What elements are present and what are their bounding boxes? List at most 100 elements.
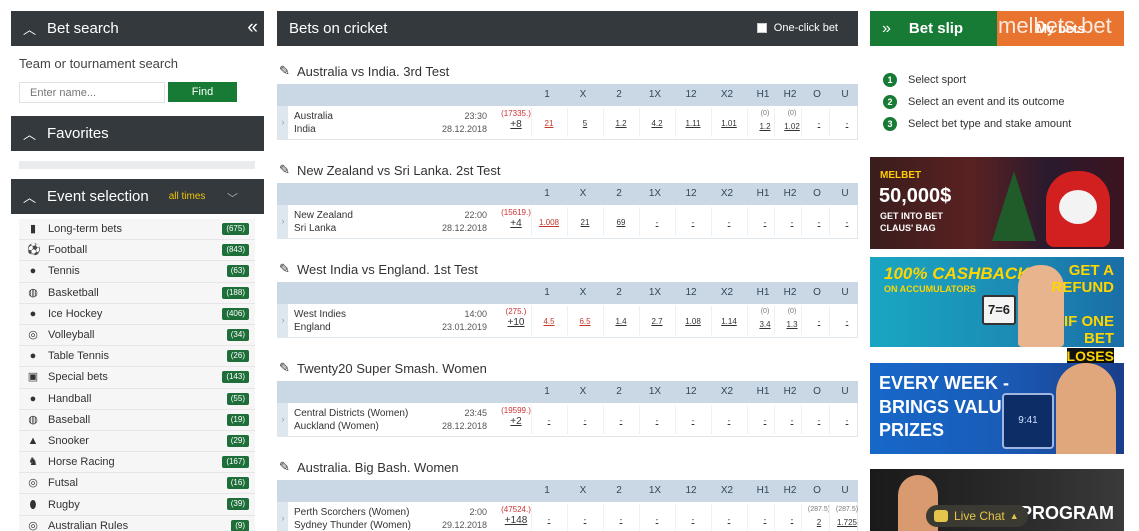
one-click-bet-toggle[interactable]: One-click bet xyxy=(756,22,838,34)
sport-item[interactable]: ◎ Volleyball (34) xyxy=(19,324,255,347)
odds-value[interactable]: - xyxy=(676,218,710,227)
odds-value[interactable]: - xyxy=(712,218,746,227)
odds-value[interactable]: - xyxy=(676,515,710,524)
event-title[interactable]: ✎ Australia. Big Bash. Women xyxy=(277,456,858,478)
live-chat-button[interactable]: Live Chat ▲ xyxy=(926,505,1028,527)
odds-value[interactable]: 1.01 xyxy=(712,119,746,128)
event-title[interactable]: ✎ Australia vs India. 3rd Test xyxy=(277,60,858,82)
odds-value[interactable]: - xyxy=(830,119,864,128)
event-selection-header[interactable]: ︿ Event selection all times ﹀ xyxy=(11,179,264,214)
odds-value[interactable]: 1.14 xyxy=(712,317,746,326)
odds-cell[interactable]: 1.11 xyxy=(675,108,709,137)
odds-value[interactable]: - xyxy=(640,515,674,524)
odds-cell[interactable]: - xyxy=(639,405,673,434)
odds-value[interactable]: - xyxy=(830,416,864,425)
chevron-right-icon[interactable]: › xyxy=(278,403,288,436)
odds-cell[interactable]: 4.2 xyxy=(639,108,673,137)
odds-value[interactable]: 6.5 xyxy=(568,317,602,326)
sport-item[interactable]: ◍ Baseball (19) xyxy=(19,409,255,431)
sport-item[interactable]: ◎ Futsal (16) xyxy=(19,473,255,495)
odds-cell[interactable]: 1.4 xyxy=(603,306,637,335)
sport-item[interactable]: ● Ice Hockey (406) xyxy=(19,303,255,325)
one-click-checkbox[interactable] xyxy=(756,23,767,33)
more-markets-link[interactable]: +4 xyxy=(500,218,532,229)
odds-value[interactable]: - xyxy=(712,515,746,524)
odds-cell[interactable]: 1.2 xyxy=(603,108,637,137)
odds-value[interactable]: 1.2 xyxy=(604,119,638,128)
favorites-header[interactable]: ︿ Favorites xyxy=(11,116,264,151)
odds-value[interactable]: - xyxy=(532,515,566,524)
odds-cell[interactable]: - xyxy=(675,405,709,434)
sport-item[interactable]: ♞ Horse Racing (167) xyxy=(19,452,255,474)
event-title[interactable]: ✎ Twenty20 Super Smash. Women xyxy=(277,357,858,379)
chevron-right-icon[interactable]: › xyxy=(278,106,288,139)
odds-cell[interactable]: - xyxy=(829,207,863,236)
odds-value[interactable]: - xyxy=(568,416,602,425)
chevron-right-icon[interactable]: › xyxy=(278,304,288,337)
odds-cell[interactable]: (287.5) 1.725 xyxy=(829,504,863,531)
odds-cell[interactable]: - xyxy=(567,405,601,434)
chevron-right-icon[interactable]: › xyxy=(278,205,288,238)
odds-cell[interactable]: - xyxy=(711,207,745,236)
more-markets-link[interactable]: +2 xyxy=(500,416,532,427)
odds-value[interactable]: 2.7 xyxy=(640,317,674,326)
find-button[interactable]: Find xyxy=(168,82,237,102)
odds-value[interactable]: - xyxy=(640,416,674,425)
odds-value[interactable]: - xyxy=(568,515,602,524)
odds-cell[interactable]: 6.5 xyxy=(567,306,601,335)
odds-cell[interactable]: 4.5 xyxy=(531,306,565,335)
odds-value[interactable]: 1.725 xyxy=(830,518,864,527)
odds-value[interactable]: - xyxy=(712,416,746,425)
odds-cell[interactable]: 1.14 xyxy=(711,306,745,335)
odds-cell[interactable]: 1.08 xyxy=(675,306,709,335)
odds-value[interactable]: 1.11 xyxy=(676,119,710,128)
promo-banner-cashback[interactable]: 100% CASHBACK ON ACCUMULATORS 7=6 GET A … xyxy=(870,257,1124,347)
odds-value[interactable]: - xyxy=(604,515,638,524)
collapse-sidebar-icon[interactable]: « xyxy=(247,17,257,39)
bet-search-header[interactable]: ︿ Bet search « xyxy=(11,11,264,46)
match-row[interactable]: › Central Districts (Women) Auckland (Wome… xyxy=(277,403,858,437)
odds-value[interactable]: - xyxy=(604,416,638,425)
odds-cell[interactable]: - xyxy=(603,405,637,434)
odds-value[interactable]: 4.5 xyxy=(532,317,566,326)
sport-item[interactable]: ◎ Australian Rules (9) xyxy=(19,515,255,531)
odds-value[interactable]: 1.08 xyxy=(676,317,710,326)
odds-cell[interactable]: - xyxy=(567,504,601,531)
tab-bet-slip[interactable]: » Bet slip xyxy=(870,11,997,46)
sport-item[interactable]: ● Tennis (63) xyxy=(19,261,255,283)
odds-cell[interactable]: - xyxy=(675,207,709,236)
match-row[interactable]: › New Zealand Sri Lanka 22:00 28.12.2018 (156… xyxy=(277,205,858,239)
sport-item[interactable]: ● Table Tennis (26) xyxy=(19,346,255,368)
odds-cell[interactable]: 2.7 xyxy=(639,306,673,335)
event-title[interactable]: ✎ New Zealand vs Sri Lanka. 2st Test xyxy=(277,159,858,181)
more-markets-link[interactable]: +8 xyxy=(500,119,532,130)
time-filter[interactable]: all times xyxy=(169,191,206,202)
odds-cell[interactable]: - xyxy=(639,207,673,236)
odds-cell[interactable]: - xyxy=(531,405,565,434)
odds-cell[interactable]: - xyxy=(829,306,863,335)
odds-value[interactable]: - xyxy=(640,218,674,227)
odds-value[interactable]: 4.2 xyxy=(640,119,674,128)
more-markets-link[interactable]: +148 xyxy=(500,515,532,526)
odds-value[interactable]: 1.008 xyxy=(532,218,566,227)
odds-value[interactable]: 5 xyxy=(568,119,602,128)
promo-banner-weekly[interactable]: EVERY WEEK - BRINGS VALUABLE PRIZES 9:41 xyxy=(870,363,1124,454)
odds-cell[interactable]: - xyxy=(603,504,637,531)
more-markets-link[interactable]: +10 xyxy=(500,317,532,328)
odds-cell[interactable]: - xyxy=(531,504,565,531)
odds-cell[interactable]: - xyxy=(711,405,745,434)
odds-value[interactable]: - xyxy=(676,416,710,425)
odds-cell[interactable]: 5 xyxy=(567,108,601,137)
sport-item[interactable]: ◍ Basketball (188) xyxy=(19,282,255,304)
odds-value[interactable]: 1.4 xyxy=(604,317,638,326)
odds-value[interactable]: - xyxy=(830,218,864,227)
chevron-right-icon[interactable]: › xyxy=(278,502,288,531)
sport-item[interactable]: ● Handball (55) xyxy=(19,388,255,410)
odds-value[interactable]: 69 xyxy=(604,218,638,227)
odds-cell[interactable]: 69 xyxy=(603,207,637,236)
odds-value[interactable]: 21 xyxy=(532,119,566,128)
sport-item[interactable]: ▣ Special bets (143) xyxy=(19,367,255,389)
match-row[interactable]: › Perth Scorchers (Women) Sydney Thunder (… xyxy=(277,502,858,531)
search-input[interactable] xyxy=(19,82,165,103)
promo-banner-christmas[interactable]: MELBET 50,000$ GET INTO BET CLAUS' BAG xyxy=(870,157,1124,249)
